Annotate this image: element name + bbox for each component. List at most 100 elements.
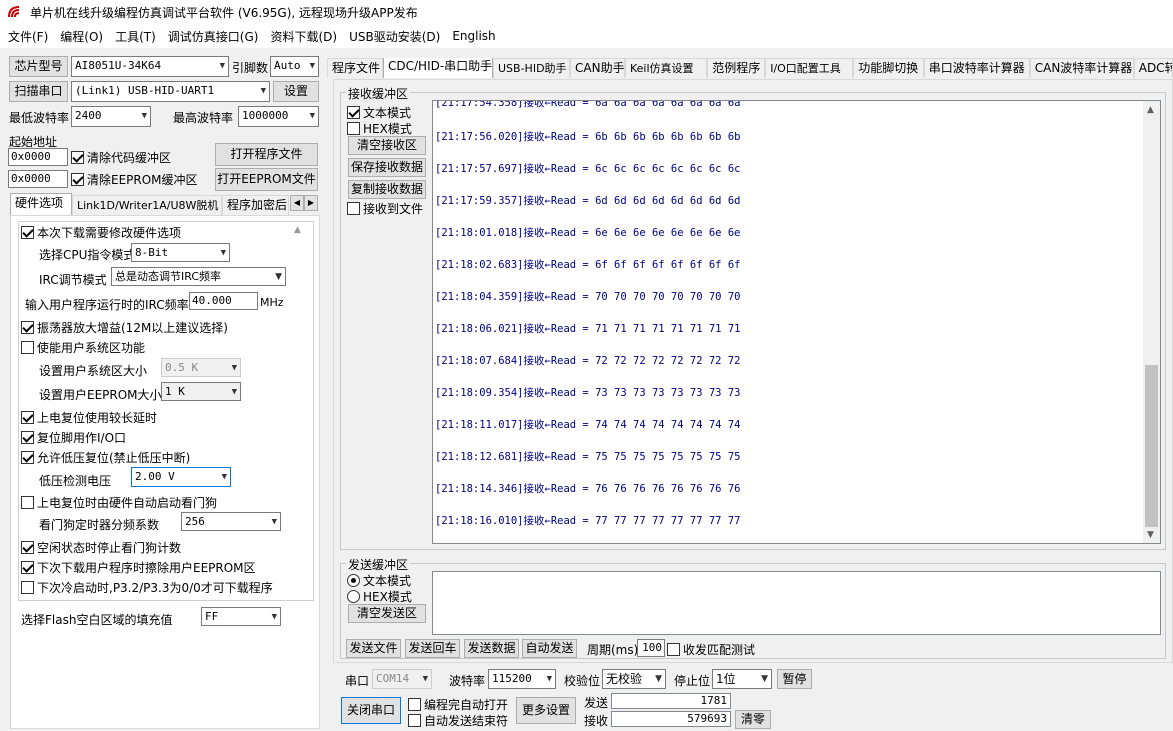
tab-pin-switch[interactable]: 功能脚切换: [853, 58, 924, 78]
received-count-value: 579693: [611, 711, 731, 727]
stop-bits-select[interactable]: 1位 ▼: [712, 669, 772, 689]
send-hex-mode-radio[interactable]: HEX模式: [347, 588, 412, 605]
parity-select[interactable]: 无校验 ▼: [602, 669, 666, 689]
tab-io-config[interactable]: I/O口配置工具: [765, 58, 854, 78]
period-input[interactable]: 100: [637, 639, 665, 657]
settings-button[interactable]: 设置: [273, 81, 319, 102]
idle-stop-watchdog-checkbox[interactable]: 空闲状态时停止看门狗计数: [21, 539, 181, 556]
flash-fill-select[interactable]: FF ▼: [201, 607, 281, 626]
receive-hex-mode-option[interactable]: HEX模式: [347, 120, 412, 137]
receive-log[interactable]: [21:17:54.358]接收←Read = 6a 6a 6a 6a 6a 6…: [432, 100, 1161, 544]
radio-dot: [347, 574, 360, 587]
tab-can-baud-calc[interactable]: CAN波特率计算器: [1029, 58, 1134, 78]
scan-port-button[interactable]: 扫描串口: [9, 81, 68, 102]
lvd-voltage-select[interactable]: 2.00 V ▼: [131, 467, 231, 487]
received-count-label: 接收: [584, 714, 609, 728]
reset-pin-io-checkbox[interactable]: 复位脚用作I/O口: [21, 429, 126, 446]
system-area-size-select[interactable]: 0.5 K ▼: [161, 358, 241, 377]
chip-model-select[interactable]: AI8051U-34K64 ▼: [71, 56, 229, 77]
cpu-mode-select[interactable]: 8-Bit ▼: [131, 243, 230, 262]
open-program-file-button[interactable]: 打开程序文件: [215, 143, 318, 166]
menu-file[interactable]: 文件(F): [4, 28, 52, 45]
checkbox-box: [21, 496, 34, 509]
erase-eeprom-checkbox[interactable]: 下次下载用户程序时擦除用户EEPROM区: [21, 559, 256, 576]
pin-count-select[interactable]: Auto ▼: [270, 56, 319, 77]
tab-hardware-options[interactable]: 硬件选项: [10, 193, 72, 215]
com-port-select[interactable]: COM14 ▼: [372, 669, 432, 689]
low-voltage-reset-checkbox[interactable]: 允许低压复位(禁止低压中断): [21, 449, 190, 466]
tab-program-file[interactable]: 程序文件: [327, 58, 383, 78]
log-line: [21:17:54.358]接收←Read = 6a 6a 6a 6a 6a 6…: [435, 100, 741, 109]
clear-eeprom-buffer-checkbox[interactable]: 清除EEPROM缓冲区: [71, 171, 198, 188]
scrollbar-thumb[interactable]: [1145, 365, 1158, 527]
pin-count-label: 引脚数: [232, 61, 269, 75]
tab-usb-hid-assistant[interactable]: USB-HID助手: [493, 58, 570, 78]
watchdog-divider-select[interactable]: 256 ▼: [181, 512, 281, 531]
tab-encryption[interactable]: 程序加密后: [222, 195, 289, 215]
port-select[interactable]: (Link1) USB-HID-UART1 ▼: [71, 81, 270, 102]
chevron-down-icon: ▼: [271, 517, 277, 527]
receive-to-file-checkbox[interactable]: 接收到文件: [347, 200, 423, 217]
menu-tools[interactable]: 工具(T): [111, 28, 160, 45]
code-start-address-input[interactable]: 0x0000: [8, 148, 68, 166]
tab-scroll-left-button[interactable]: ◀: [290, 195, 304, 211]
menu-english[interactable]: English: [448, 29, 499, 43]
close-port-button[interactable]: 关闭串口: [341, 697, 401, 724]
tab-offline-writer[interactable]: Link1D/Writer1A/U8W脱机: [72, 195, 222, 215]
tab-scroll-right-button[interactable]: ▶: [304, 195, 318, 211]
clear-counter-button[interactable]: 清零: [735, 710, 771, 729]
options-scrollbar[interactable]: ▲: [290, 222, 307, 600]
tab-examples[interactable]: 范例程序: [707, 58, 766, 78]
port-label: 串口: [345, 674, 370, 688]
more-settings-button[interactable]: 更多设置: [516, 697, 576, 724]
auto-open-checkbox[interactable]: 编程完自动打开: [408, 696, 508, 713]
open-eeprom-file-button[interactable]: 打开EEPROM文件: [215, 168, 318, 191]
min-baud-select[interactable]: 2400 ▼: [71, 106, 151, 127]
menu-usb-driver[interactable]: USB驱动安装(D): [345, 28, 444, 45]
tab-cdc-serial-assistant[interactable]: CDC/HID-串口助手: [383, 58, 493, 78]
auto-send-button[interactable]: 自动发送: [522, 639, 577, 658]
tab-adc[interactable]: ADC转: [1133, 58, 1173, 78]
send-text-mode-radio[interactable]: 文本模式: [347, 572, 411, 589]
menu-debug[interactable]: 调试仿真接口(G): [164, 28, 263, 45]
oscillator-gain-checkbox[interactable]: 振荡器放大增益(12M以上建议选择): [21, 319, 228, 336]
irc-frequency-input[interactable]: 40.000: [189, 292, 258, 310]
clear-send-button[interactable]: 清空发送区: [348, 604, 426, 623]
send-text-area[interactable]: [432, 571, 1161, 635]
clear-code-buffer-checkbox[interactable]: 清除代码缓冲区: [71, 149, 171, 166]
menu-download[interactable]: 资料下载(D): [266, 28, 341, 45]
user-system-area-checkbox[interactable]: 使能用户系统区功能: [21, 339, 145, 356]
pause-button[interactable]: 暂停: [777, 669, 812, 689]
send-data-button[interactable]: 发送数据: [464, 639, 519, 658]
eeprom-start-address-input[interactable]: 0x0000: [8, 170, 68, 188]
receive-text-mode-option[interactable]: 文本模式: [347, 104, 411, 121]
baud-rate-select[interactable]: 115200 ▼: [488, 669, 556, 689]
chevron-down-icon: ▼: [221, 472, 227, 482]
eeprom-size-select[interactable]: 1 K ▼: [161, 382, 241, 401]
chip-model-button[interactable]: 芯片型号: [9, 56, 68, 77]
flash-fill-label: 选择Flash空白区域的填充值: [21, 613, 173, 627]
max-baud-select[interactable]: 1000000 ▼: [238, 106, 319, 127]
checkbox-box: [21, 561, 34, 574]
auto-send-terminator-checkbox[interactable]: 自动发送结束符: [408, 712, 508, 729]
long-reset-delay-checkbox[interactable]: 上电复位使用较长延时: [21, 409, 157, 426]
cold-boot-checkbox[interactable]: 下次冷启动时,P3.2/P3.3为0/0才可下载程序: [21, 579, 273, 596]
copy-receive-button[interactable]: 复制接收数据: [348, 180, 426, 199]
tab-can-assistant[interactable]: CAN助手: [570, 58, 625, 78]
modify-hardware-checkbox[interactable]: 本次下载需要修改硬件选项: [21, 224, 181, 241]
menu-program[interactable]: 编程(O): [56, 28, 107, 45]
tab-uart-baud-calc[interactable]: 串口波特率计算器: [923, 58, 1030, 78]
send-file-button[interactable]: 发送文件: [346, 639, 401, 658]
irc-frequency-label: 输入用户程序运行时的IRC频率: [25, 298, 189, 312]
checkbox-box: [408, 714, 421, 727]
tab-keil-settings[interactable]: Keil仿真设置: [625, 58, 708, 78]
send-return-button[interactable]: 发送回车: [405, 639, 460, 658]
match-test-checkbox[interactable]: 收发匹配测试: [667, 641, 755, 658]
receive-log-scrollbar[interactable]: ▲ ▼: [1143, 101, 1160, 543]
watchdog-auto-start-checkbox[interactable]: 上电复位时由硬件自动启动看门狗: [21, 494, 217, 511]
clear-receive-button[interactable]: 清空接收区: [348, 136, 426, 155]
save-receive-button[interactable]: 保存接收数据: [348, 158, 426, 177]
irc-mode-select[interactable]: 总是动态调节IRC频率 ▼: [111, 267, 286, 286]
chevron-down-icon: ▼: [761, 674, 768, 684]
chevron-down-icon: ▼: [655, 674, 662, 684]
